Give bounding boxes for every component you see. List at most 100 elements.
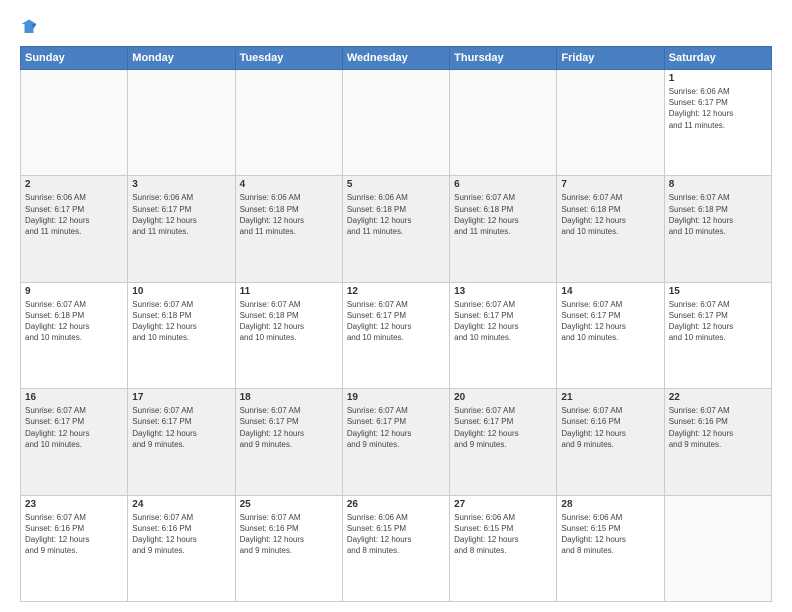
calendar-day: 27 Sunrise: 6:06 AM Sunset: 6:15 PM Dayli… [450,495,557,601]
calendar-day: 4 Sunrise: 6:06 AM Sunset: 6:18 PM Daylig… [235,176,342,282]
day-number: 14 [561,286,659,297]
calendar-day: 24 Sunrise: 6:07 AM Sunset: 6:16 PM Dayli… [128,495,235,601]
day-number: 27 [454,499,552,510]
day-number: 13 [454,286,552,297]
day-number: 5 [347,179,445,190]
calendar-day: 14 Sunrise: 6:07 AM Sunset: 6:17 PM Dayli… [557,282,664,388]
day-number: 19 [347,392,445,403]
day-number: 25 [240,499,338,510]
day-info: Sunrise: 6:07 AM Sunset: 6:18 PM Dayligh… [669,192,767,237]
col-header-wednesday: Wednesday [342,47,449,70]
calendar-day: 26 Sunrise: 6:06 AM Sunset: 6:15 PM Dayli… [342,495,449,601]
calendar-day: 19 Sunrise: 6:07 AM Sunset: 6:17 PM Dayli… [342,389,449,495]
calendar-day: 5 Sunrise: 6:06 AM Sunset: 6:18 PM Daylig… [342,176,449,282]
calendar-day: 12Sunrise: 6:07 AM Sunset: 6:17 PM Dayli… [342,282,449,388]
day-number: 7 [561,179,659,190]
calendar-day: 17 Sunrise: 6:07 AM Sunset: 6:17 PM Dayli… [128,389,235,495]
day-info: Sunrise: 6:07 AM Sunset: 6:16 PM Dayligh… [561,405,659,450]
day-number: 21 [561,392,659,403]
day-number: 11 [240,286,338,297]
day-info: Sunrise: 6:06 AM Sunset: 6:15 PM Dayligh… [561,512,659,557]
calendar-table: SundayMondayTuesdayWednesdayThursdayFrid… [20,46,772,602]
calendar-day: 8 Sunrise: 6:07 AM Sunset: 6:18 PM Daylig… [664,176,771,282]
day-info: Sunrise: 6:07 AM Sunset: 6:17 PM Dayligh… [347,299,445,344]
day-info: Sunrise: 6:07 AM Sunset: 6:18 PM Dayligh… [240,299,338,344]
day-info: Sunrise: 6:06 AM Sunset: 6:18 PM Dayligh… [347,192,445,237]
calendar-day [664,495,771,601]
calendar-day [21,70,128,176]
calendar-week-2: 2Sunrise: 6:06 AM Sunset: 6:17 PM Daylig… [21,176,772,282]
col-header-tuesday: Tuesday [235,47,342,70]
calendar-day: 2Sunrise: 6:06 AM Sunset: 6:17 PM Daylig… [21,176,128,282]
day-info: Sunrise: 6:07 AM Sunset: 6:17 PM Dayligh… [347,405,445,450]
day-info: Sunrise: 6:07 AM Sunset: 6:16 PM Dayligh… [132,512,230,557]
day-info: Sunrise: 6:06 AM Sunset: 6:15 PM Dayligh… [347,512,445,557]
day-number: 23 [25,499,123,510]
calendar-day: 18 Sunrise: 6:07 AM Sunset: 6:17 PM Dayli… [235,389,342,495]
day-number: 20 [454,392,552,403]
day-number: 22 [669,392,767,403]
day-info: Sunrise: 6:07 AM Sunset: 6:16 PM Dayligh… [669,405,767,450]
day-number: 28 [561,499,659,510]
calendar-day: 6 Sunrise: 6:07 AM Sunset: 6:18 PM Daylig… [450,176,557,282]
day-number: 3 [132,179,230,190]
calendar-day: 1 Sunrise: 6:06 AM Sunset: 6:17 PM Daylig… [664,70,771,176]
calendar-day: 7 Sunrise: 6:07 AM Sunset: 6:18 PM Daylig… [557,176,664,282]
calendar-day: 22 Sunrise: 6:07 AM Sunset: 6:16 PM Dayli… [664,389,771,495]
day-number: 6 [454,179,552,190]
day-info: Sunrise: 6:06 AM Sunset: 6:17 PM Dayligh… [669,86,767,131]
logo [20,18,46,36]
logo-icon [20,18,38,36]
calendar-week-1: 1 Sunrise: 6:06 AM Sunset: 6:17 PM Daylig… [21,70,772,176]
day-number: 16 [25,392,123,403]
col-header-sunday: Sunday [21,47,128,70]
day-number: 2 [25,179,123,190]
day-info: Sunrise: 6:07 AM Sunset: 6:17 PM Dayligh… [454,405,552,450]
calendar-page: SundayMondayTuesdayWednesdayThursdayFrid… [0,0,792,612]
calendar-day: 9 Sunrise: 6:07 AM Sunset: 6:18 PM Daylig… [21,282,128,388]
calendar-day: 28 Sunrise: 6:06 AM Sunset: 6:15 PM Dayli… [557,495,664,601]
calendar-day: 15 Sunrise: 6:07 AM Sunset: 6:17 PM Dayli… [664,282,771,388]
calendar-week-4: 16 Sunrise: 6:07 AM Sunset: 6:17 PM Dayli… [21,389,772,495]
calendar-day: 25Sunrise: 6:07 AM Sunset: 6:16 PM Dayli… [235,495,342,601]
calendar-day [128,70,235,176]
calendar-day: 21 Sunrise: 6:07 AM Sunset: 6:16 PM Dayli… [557,389,664,495]
col-header-monday: Monday [128,47,235,70]
day-number: 10 [132,286,230,297]
calendar-header-row: SundayMondayTuesdayWednesdayThursdayFrid… [21,47,772,70]
calendar-day: 13 Sunrise: 6:07 AM Sunset: 6:17 PM Dayli… [450,282,557,388]
day-info: Sunrise: 6:07 AM Sunset: 6:17 PM Dayligh… [132,405,230,450]
day-info: Sunrise: 6:07 AM Sunset: 6:17 PM Dayligh… [240,405,338,450]
calendar-day [235,70,342,176]
day-info: Sunrise: 6:07 AM Sunset: 6:18 PM Dayligh… [454,192,552,237]
calendar-day: 20 Sunrise: 6:07 AM Sunset: 6:17 PM Dayli… [450,389,557,495]
calendar-day: 10 Sunrise: 6:07 AM Sunset: 6:18 PM Dayli… [128,282,235,388]
calendar-day: 23 Sunrise: 6:07 AM Sunset: 6:16 PM Dayli… [21,495,128,601]
day-info: Sunrise: 6:07 AM Sunset: 6:18 PM Dayligh… [561,192,659,237]
header [20,18,772,36]
day-number: 15 [669,286,767,297]
day-info: Sunrise: 6:07 AM Sunset: 6:17 PM Dayligh… [669,299,767,344]
col-header-friday: Friday [557,47,664,70]
day-info: Sunrise: 6:06 AM Sunset: 6:15 PM Dayligh… [454,512,552,557]
calendar-day [450,70,557,176]
calendar-day: 11 Sunrise: 6:07 AM Sunset: 6:18 PM Dayli… [235,282,342,388]
day-info: Sunrise: 6:07 AM Sunset: 6:18 PM Dayligh… [25,299,123,344]
calendar-week-5: 23 Sunrise: 6:07 AM Sunset: 6:16 PM Dayli… [21,495,772,601]
day-info: Sunrise: 6:07 AM Sunset: 6:16 PM Dayligh… [25,512,123,557]
day-number: 1 [669,73,767,84]
day-number: 18 [240,392,338,403]
day-number: 24 [132,499,230,510]
day-info: Sunrise: 6:06 AM Sunset: 6:18 PM Dayligh… [240,192,338,237]
day-number: 8 [669,179,767,190]
day-info: Sunrise: 6:07 AM Sunset: 6:18 PM Dayligh… [132,299,230,344]
calendar-day: 3Sunrise: 6:06 AM Sunset: 6:17 PM Daylig… [128,176,235,282]
calendar-day [342,70,449,176]
day-number: 9 [25,286,123,297]
day-info: Sunrise: 6:07 AM Sunset: 6:17 PM Dayligh… [454,299,552,344]
calendar-day: 16Sunrise: 6:07 AM Sunset: 6:17 PM Dayli… [21,389,128,495]
day-number: 4 [240,179,338,190]
day-number: 26 [347,499,445,510]
day-info: Sunrise: 6:07 AM Sunset: 6:17 PM Dayligh… [561,299,659,344]
day-number: 17 [132,392,230,403]
